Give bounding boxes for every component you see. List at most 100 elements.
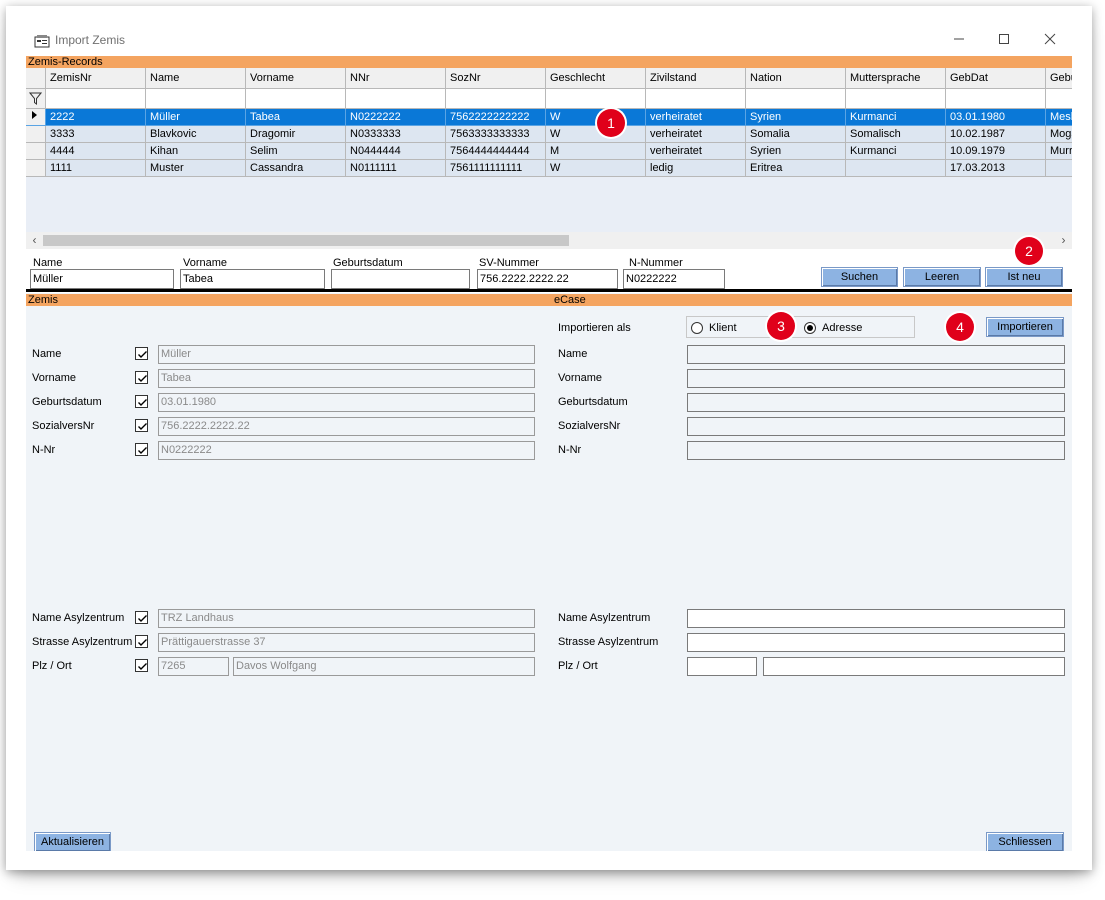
table-cell[interactable]: Syrien	[746, 143, 846, 160]
table-cell[interactable]: verheiratet	[646, 143, 746, 160]
zemis-plz-ort-checkbox[interactable]	[135, 659, 148, 672]
ecase-geburtsdatum-field[interactable]	[687, 393, 1065, 412]
search-nnr-input[interactable]	[623, 269, 725, 289]
table-cell[interactable]: N0444444	[346, 143, 446, 160]
col-header-gebu[interactable]: Gebu	[1046, 68, 1072, 89]
filter-cell[interactable]	[546, 89, 646, 109]
radio-adresse[interactable]	[804, 322, 816, 334]
table-cell[interactable]: 03.01.1980	[946, 109, 1046, 126]
table-cell[interactable]: Kurmanci	[846, 143, 946, 160]
col-header-zemisnr[interactable]: ZemisNr	[46, 68, 146, 89]
scroll-right-icon[interactable]: ›	[1055, 232, 1072, 249]
close-icon[interactable]	[1040, 30, 1060, 50]
ecase-vorname-field[interactable]	[687, 369, 1065, 388]
leeren-button[interactable]: Leeren	[903, 267, 981, 287]
filter-cell[interactable]	[646, 89, 746, 109]
maximize-icon[interactable]	[994, 30, 1014, 50]
zemis-asyl-name-checkbox[interactable]	[135, 611, 148, 624]
table-cell[interactable]: Kurmanci	[846, 109, 946, 126]
table-cell[interactable]: N0222222	[346, 109, 446, 126]
zemis-asyl-strasse-checkbox[interactable]	[135, 635, 148, 648]
table-cell[interactable]: Kihan	[146, 143, 246, 160]
table-cell[interactable]: 7561111111111	[446, 160, 546, 177]
search-sv-input[interactable]	[477, 269, 618, 289]
search-name-input[interactable]	[30, 269, 174, 289]
table-row[interactable]: 1111 Muster Cassandra N0111111 756111111…	[26, 160, 1072, 177]
row-selector[interactable]	[26, 126, 46, 143]
col-header-name[interactable]: Name	[146, 68, 246, 89]
table-cell[interactable]: M	[546, 143, 646, 160]
table-cell[interactable]: 10.02.1987	[946, 126, 1046, 143]
ecase-nnr-field[interactable]	[687, 441, 1065, 460]
table-cell[interactable]: 7564444444444	[446, 143, 546, 160]
zemis-vorname-checkbox[interactable]	[135, 371, 148, 384]
filter-cell[interactable]	[346, 89, 446, 109]
table-cell[interactable]: W	[546, 126, 646, 143]
table-cell[interactable]: N0111111	[346, 160, 446, 177]
table-cell[interactable]: W	[546, 160, 646, 177]
table-cell[interactable]: 7563333333333	[446, 126, 546, 143]
table-cell[interactable]: Selim	[246, 143, 346, 160]
table-cell[interactable]: 1111	[46, 160, 146, 177]
table-cell[interactable]: Syrien	[746, 109, 846, 126]
table-cell[interactable]: 10.09.1979	[946, 143, 1046, 160]
table-cell[interactable]: Eritrea	[746, 160, 846, 177]
filter-cell[interactable]	[746, 89, 846, 109]
table-cell[interactable]: 3333	[46, 126, 146, 143]
minimize-icon[interactable]	[949, 30, 969, 50]
table-cell[interactable]: verheiratet	[646, 109, 746, 126]
ecase-sozialversnr-field[interactable]	[687, 417, 1065, 436]
radio-adresse-label[interactable]: Adresse	[822, 322, 862, 334]
search-vorname-input[interactable]	[180, 269, 325, 289]
table-cell[interactable]: 17.03.2013	[946, 160, 1046, 177]
filter-cell[interactable]	[246, 89, 346, 109]
ecase-ort-field[interactable]	[763, 657, 1065, 676]
importieren-button[interactable]: Importieren	[986, 317, 1064, 337]
row-selector[interactable]	[26, 160, 46, 177]
row-selector[interactable]	[26, 143, 46, 160]
table-cell[interactable]: Müller	[146, 109, 246, 126]
records-grid[interactable]: ZemisNr Name Vorname NNr SozNr Geschlech…	[26, 68, 1072, 232]
zemis-geburtsdatum-checkbox[interactable]	[135, 395, 148, 408]
filter-cell[interactable]	[946, 89, 1046, 109]
ecase-plz-field[interactable]	[687, 657, 757, 676]
table-cell[interactable]: 7562222222222	[446, 109, 546, 126]
radio-klient[interactable]	[691, 322, 703, 334]
table-cell[interactable]: Cassandra	[246, 160, 346, 177]
table-row[interactable]: 3333 Blavkovic Dragomir N0333333 7563333…	[26, 126, 1072, 143]
col-header-nnr[interactable]: NNr	[346, 68, 446, 89]
col-header-geschlecht[interactable]: Geschlecht	[546, 68, 646, 89]
filter-cell[interactable]	[846, 89, 946, 109]
table-cell[interactable]	[846, 160, 946, 177]
table-cell[interactable]: Somalia	[746, 126, 846, 143]
search-geburtsdatum-input[interactable]	[331, 269, 470, 289]
table-cell[interactable]: ledig	[646, 160, 746, 177]
col-header-soznr[interactable]: SozNr	[446, 68, 546, 89]
aktualisieren-button[interactable]: Aktualisieren	[34, 832, 111, 851]
col-header-gebdat[interactable]: GebDat	[946, 68, 1046, 89]
table-cell[interactable]: Muster	[146, 160, 246, 177]
table-row[interactable]: 4444 Kihan Selim N0444444 7564444444444 …	[26, 143, 1072, 160]
table-cell[interactable]: Mesk	[1046, 109, 1072, 126]
table-cell[interactable]: Moga	[1046, 126, 1072, 143]
filter-icon[interactable]	[26, 89, 46, 109]
ecase-asyl-name-field[interactable]	[687, 609, 1065, 628]
filter-cell[interactable]	[46, 89, 146, 109]
zemis-sozialversnr-checkbox[interactable]	[135, 419, 148, 432]
table-cell[interactable]: Murra	[1046, 143, 1072, 160]
table-cell[interactable]: Tabea	[246, 109, 346, 126]
col-header-muttersprache[interactable]: Muttersprache	[846, 68, 946, 89]
table-cell[interactable]: W	[546, 109, 646, 126]
table-cell[interactable]: Somalisch	[846, 126, 946, 143]
suchen-button[interactable]: Suchen	[821, 267, 898, 287]
table-cell[interactable]: verheiratet	[646, 126, 746, 143]
table-row[interactable]: 2222 Müller Tabea N0222222 7562222222222…	[26, 109, 1072, 126]
horizontal-scrollbar[interactable]: ‹ ›	[26, 232, 1072, 249]
ist-neu-button[interactable]: Ist neu	[985, 267, 1063, 287]
scrollbar-thumb[interactable]	[43, 235, 569, 246]
radio-klient-label[interactable]: Klient	[709, 322, 737, 334]
zemis-nnr-checkbox[interactable]	[135, 443, 148, 456]
table-cell[interactable]: 4444	[46, 143, 146, 160]
ecase-asyl-strasse-field[interactable]	[687, 633, 1065, 652]
ecase-name-field[interactable]	[687, 345, 1065, 364]
